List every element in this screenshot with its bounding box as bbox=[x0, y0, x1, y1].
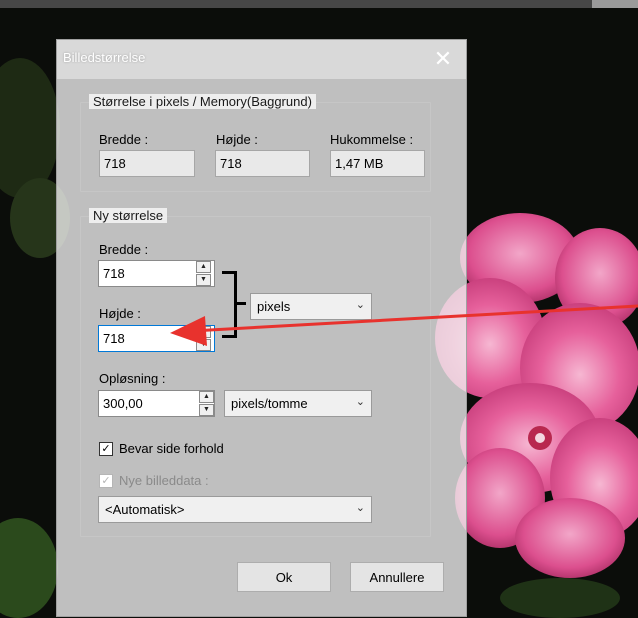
top-strip bbox=[0, 0, 638, 8]
spin-up-icon[interactable]: ▲ bbox=[196, 326, 211, 338]
resolution-label: Opløsning : bbox=[99, 371, 166, 386]
spin-up-icon[interactable]: ▲ bbox=[196, 261, 211, 273]
current-size-group-label: Størrelse i pixels / Memory(Baggrund) bbox=[89, 94, 316, 109]
size-unit-select[interactable]: pixels ⌄ bbox=[250, 293, 372, 320]
current-width-field: 718 bbox=[99, 150, 195, 177]
new-size-group-label: Ny størrelse bbox=[89, 208, 168, 223]
memory-label: Hukommelse : bbox=[330, 132, 414, 147]
top-strip-light bbox=[592, 0, 638, 8]
resolution-unit-value: pixels/tomme bbox=[231, 396, 308, 411]
spin-up-icon[interactable]: ▲ bbox=[199, 391, 214, 403]
current-size-group: Størrelse i pixels / Memory(Baggrund) bbox=[80, 94, 431, 192]
new-width-label: Bredde : bbox=[99, 242, 149, 257]
ok-button[interactable]: Ok bbox=[237, 562, 331, 592]
keep-ratio-label[interactable]: Bevar side forhold bbox=[119, 441, 224, 456]
new-width-spinner[interactable]: ▲ ▼ bbox=[196, 261, 211, 286]
resample-select[interactable]: <Automatisk> ⌄ bbox=[98, 496, 372, 523]
current-height-label: Højde : bbox=[216, 132, 258, 147]
resample-value: <Automatisk> bbox=[105, 502, 185, 517]
new-height-spinner[interactable]: ▲ ▼ bbox=[196, 326, 211, 351]
chevron-down-icon: ⌄ bbox=[355, 501, 365, 514]
image-size-dialog: Billedstørrelse ✕ Størrelse i pixels / M… bbox=[56, 39, 467, 617]
cancel-button[interactable]: Annullere bbox=[350, 562, 444, 592]
current-width-label: Bredde : bbox=[99, 132, 149, 147]
chevron-down-icon: ⌄ bbox=[355, 395, 365, 408]
new-height-label: Højde : bbox=[99, 306, 141, 321]
link-bracket bbox=[222, 271, 237, 338]
current-height-field: 718 bbox=[215, 150, 310, 177]
close-button[interactable]: ✕ bbox=[420, 40, 466, 78]
close-icon: ✕ bbox=[433, 46, 453, 72]
keep-ratio-checkbox[interactable]: ✓ bbox=[99, 442, 113, 456]
size-unit-value: pixels bbox=[257, 299, 291, 314]
new-data-label: Nye billeddata : bbox=[119, 473, 209, 488]
resolution-spinner[interactable]: ▲ ▼ bbox=[199, 391, 214, 416]
resolution-input[interactable]: 300,00 bbox=[98, 390, 215, 417]
spin-down-icon[interactable]: ▼ bbox=[196, 339, 211, 351]
memory-field: 1,47 MB bbox=[330, 150, 425, 177]
new-data-checkbox[interactable]: ✓ bbox=[99, 474, 113, 488]
link-bracket-tick bbox=[237, 302, 246, 305]
spin-down-icon[interactable]: ▼ bbox=[199, 404, 214, 416]
titlebar[interactable]: Billedstørrelse ✕ bbox=[57, 40, 466, 79]
resolution-unit-select[interactable]: pixels/tomme ⌄ bbox=[224, 390, 372, 417]
dialog-title: Billedstørrelse bbox=[63, 50, 146, 65]
spin-down-icon[interactable]: ▼ bbox=[196, 274, 211, 286]
chevron-down-icon: ⌄ bbox=[355, 298, 365, 311]
